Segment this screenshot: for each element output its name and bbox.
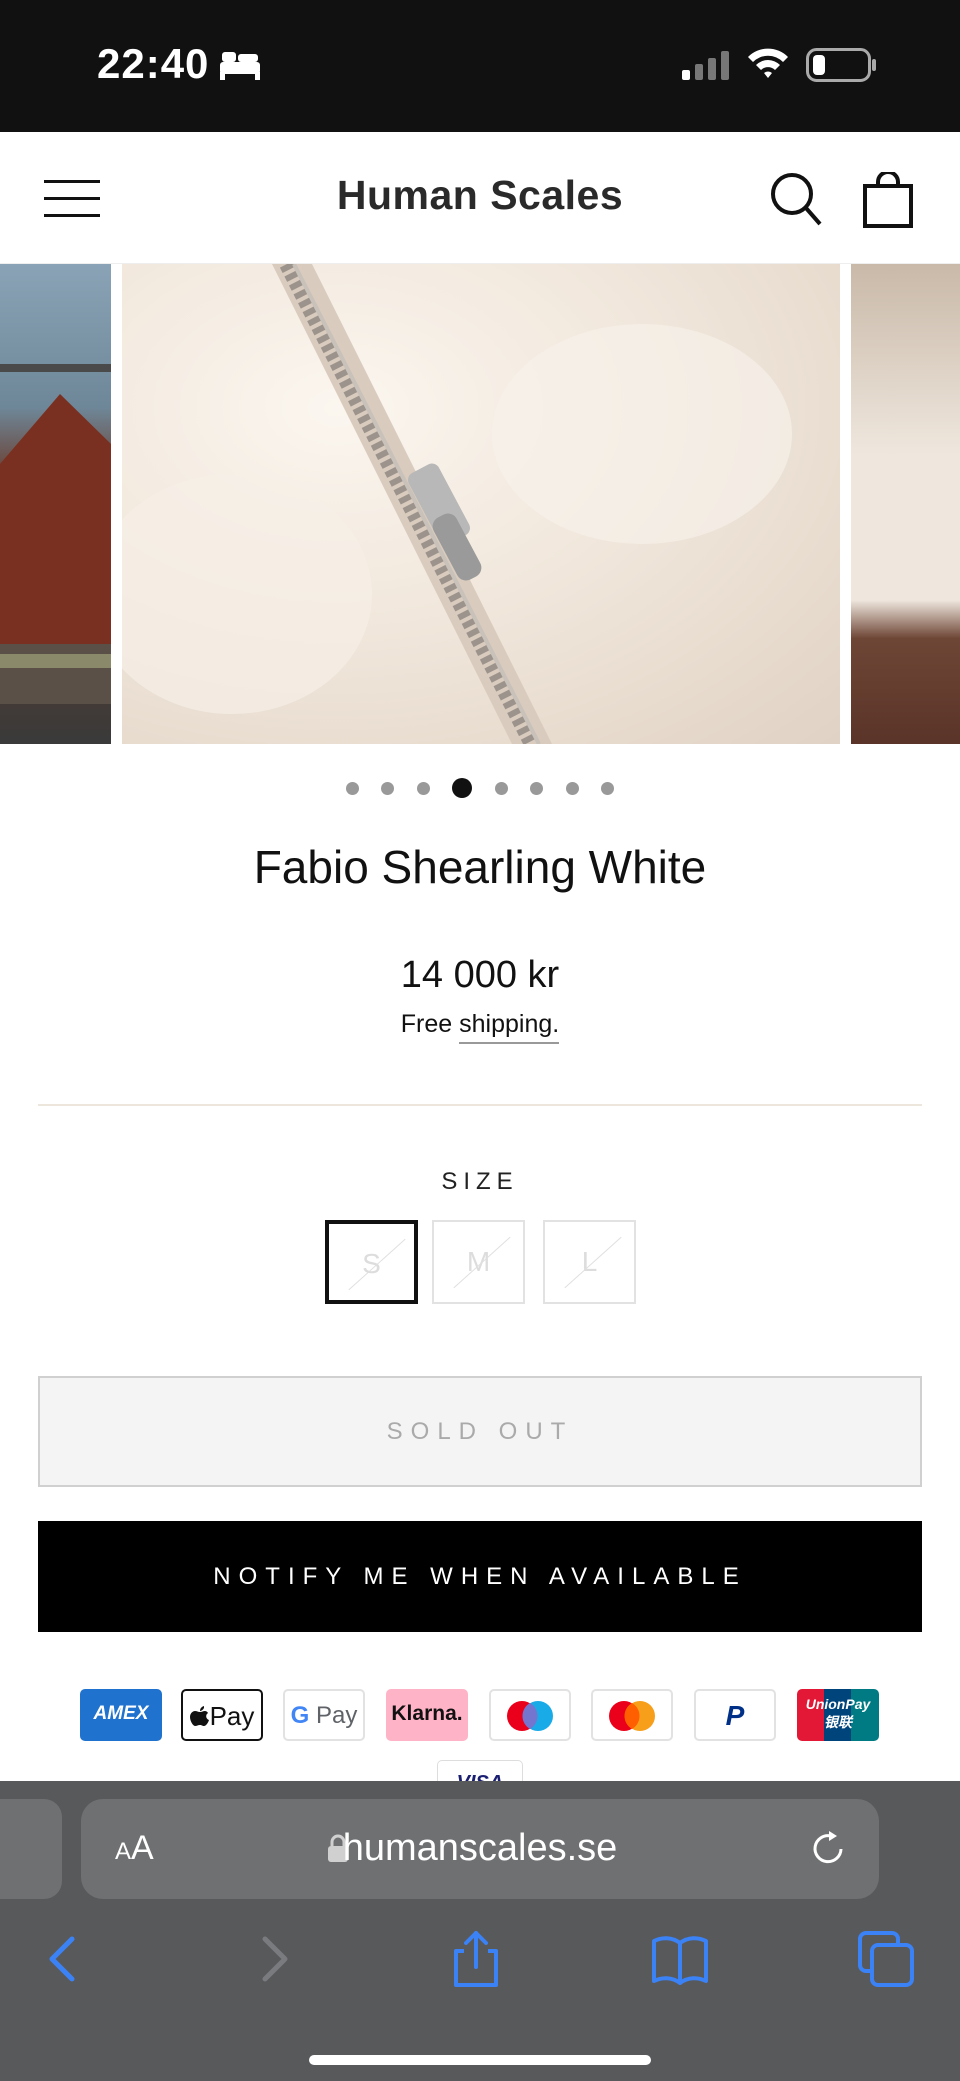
maestro-icon <box>489 1689 571 1741</box>
size-label: SIZE <box>441 1168 519 1195</box>
mastercard-icon <box>591 1689 673 1741</box>
shipping-note: Free shipping. <box>0 1010 960 1044</box>
home-indicator[interactable] <box>309 2055 651 2065</box>
unionpay-label: UnionPay <box>805 1696 871 1712</box>
bookmarks-icon[interactable] <box>650 1929 710 1989</box>
browser-chrome: AA humanscales.se <box>0 1781 960 2081</box>
site-header: Human Scales <box>0 132 960 264</box>
paypal-icon: P <box>694 1689 776 1741</box>
google-pay-label: Pay <box>315 1702 358 1729</box>
shipping-link[interactable]: shipping. <box>459 1010 560 1044</box>
gallery-slide-next[interactable] <box>851 264 960 744</box>
sold-out-button[interactable]: SOLD OUT <box>38 1376 922 1487</box>
previous-tab-peek[interactable] <box>0 1799 62 1899</box>
tabs-icon[interactable] <box>856 1929 916 1989</box>
product-title: Fabio Shearling White <box>253 841 707 893</box>
status-bar: 22:40 <box>0 0 960 132</box>
reload-icon[interactable] <box>809 1829 849 1869</box>
share-icon[interactable] <box>446 1929 506 1989</box>
pagination-dot[interactable] <box>565 781 579 795</box>
size-option-label: L <box>581 1246 598 1277</box>
pagination-dot-active[interactable] <box>452 778 473 798</box>
product-gallery[interactable] <box>0 264 960 744</box>
google-pay-icon: G Pay <box>283 1689 365 1741</box>
cart-icon[interactable] <box>862 172 914 228</box>
unavailable-strike <box>348 1238 406 1291</box>
signal-icon <box>682 51 729 80</box>
battery-icon <box>806 48 876 82</box>
size-option-m[interactable]: M <box>432 1220 525 1304</box>
size-option-s[interactable]: S <box>325 1220 418 1304</box>
amex-icon: AMEX <box>80 1689 162 1741</box>
pagination-dot[interactable] <box>601 781 615 795</box>
search-icon[interactable] <box>770 172 822 226</box>
shipping-prefix: Free <box>400 1010 453 1038</box>
notify-me-button[interactable]: NOTIFY ME WHEN AVAILABLE <box>38 1521 922 1632</box>
gallery-slide-previous[interactable] <box>0 264 111 744</box>
pagination-dot[interactable] <box>381 781 395 795</box>
address-bar[interactable]: AA humanscales.se <box>81 1799 879 1899</box>
bed-icon <box>220 52 260 80</box>
pagination-dot[interactable] <box>494 781 508 795</box>
apple-pay-icon: Pay <box>181 1689 263 1741</box>
url-text[interactable]: humanscales.se <box>81 1827 879 1870</box>
unavailable-strike <box>453 1236 511 1289</box>
size-option-l[interactable]: L <box>543 1220 636 1304</box>
apple-pay-label: Pay <box>209 1701 255 1731</box>
clock: 22:40 <box>97 40 210 87</box>
klarna-icon: Klarna. <box>386 1689 468 1741</box>
unionpay-sublabel: 银联 <box>824 1714 852 1730</box>
unionpay-icon: UnionPay 银联 <box>797 1689 879 1741</box>
wifi-icon <box>748 48 788 78</box>
forward-icon[interactable] <box>243 1929 303 1989</box>
pagination-dot[interactable] <box>530 781 544 795</box>
gallery-pagination <box>0 778 960 798</box>
back-icon[interactable] <box>34 1929 94 1989</box>
gallery-slide-shearling-zipper[interactable] <box>122 264 840 744</box>
unavailable-strike <box>564 1236 622 1289</box>
pagination-dot[interactable] <box>345 781 359 795</box>
google-g-icon: G <box>290 1702 310 1729</box>
divider <box>38 1104 922 1106</box>
product-price: 14 000 kr <box>400 954 560 996</box>
pagination-dot[interactable] <box>416 781 430 795</box>
